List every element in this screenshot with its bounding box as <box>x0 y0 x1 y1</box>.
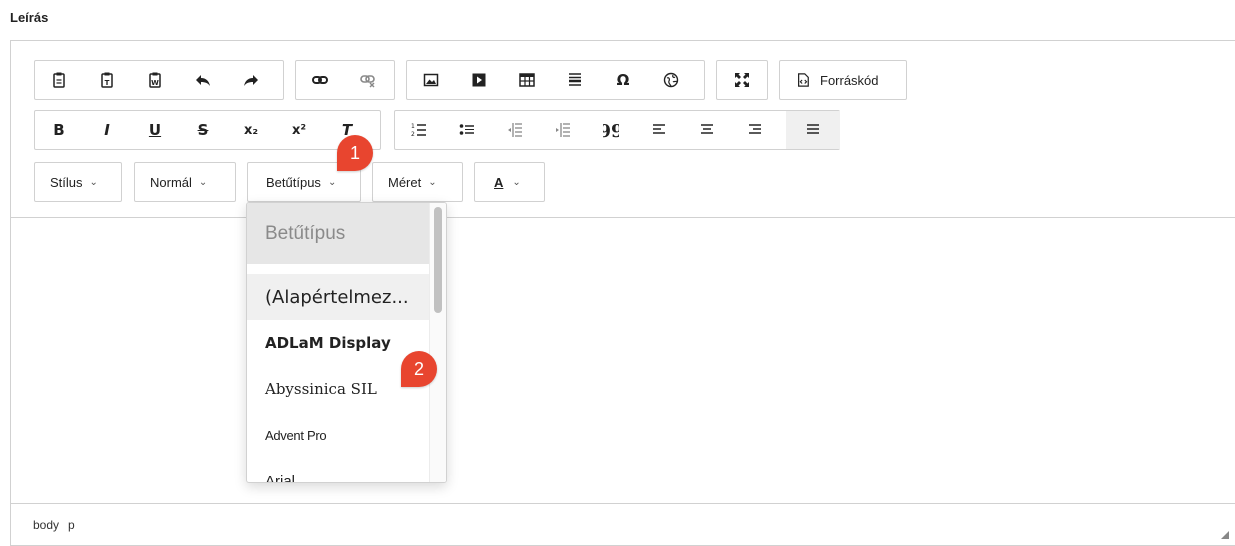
underline-button[interactable]: U <box>138 111 172 149</box>
format-combo-label: Normál <box>150 174 192 190</box>
blockquote-icon[interactable]: 99 <box>594 111 628 149</box>
font-dropdown-header: Betűtípus <box>247 203 430 264</box>
svg-text:T: T <box>105 79 110 87</box>
svg-text:99: 99 <box>603 122 619 138</box>
font-option-default[interactable]: (Alapértelmez... <box>247 274 430 320</box>
insert-group: Ω <box>406 60 705 100</box>
special-char-icon[interactable]: Ω <box>606 61 640 99</box>
editor-content[interactable] <box>11 219 1235 504</box>
video-icon[interactable] <box>462 61 496 99</box>
align-center-icon[interactable] <box>690 111 724 149</box>
font-option-advent-pro[interactable]: Advent Pro <box>247 412 430 458</box>
paste-word-icon[interactable]: W <box>138 61 172 99</box>
numbered-list-icon[interactable]: 12 <box>402 111 436 149</box>
paragraph-group: 12 99 <box>394 110 840 150</box>
undo-icon[interactable] <box>186 61 220 99</box>
horizontal-rule-icon[interactable] <box>558 61 592 99</box>
rich-text-editor: T W Ω Forráskód B I U S x₂ x² T 1 2 99 S… <box>10 40 1235 546</box>
font-option-arial[interactable]: Arial <box>247 458 430 483</box>
redo-icon[interactable] <box>234 61 268 99</box>
svg-text:2: 2 <box>411 131 415 138</box>
svg-text:1: 1 <box>411 123 415 130</box>
dropdown-scrollbar[interactable] <box>429 203 446 482</box>
align-left-icon[interactable] <box>642 111 676 149</box>
paste-text-icon[interactable]: T <box>90 61 124 99</box>
style-combo-label: Stílus <box>50 174 83 190</box>
link-group <box>295 60 395 100</box>
font-combo-label: Betűtípus <box>266 174 321 190</box>
link-icon[interactable] <box>303 61 337 99</box>
font-dropdown: Betűtípus (Alapértelmez... ADLaM Display… <box>246 202 447 483</box>
maximize-icon[interactable] <box>725 61 759 99</box>
dropdown-scrollbar-thumb[interactable] <box>434 207 442 313</box>
chevron-down-icon: ⌄ <box>89 176 98 188</box>
unlink-icon[interactable] <box>351 61 385 99</box>
style-combo[interactable]: Stílus ⌄ <box>34 162 122 202</box>
table-icon[interactable] <box>510 61 544 99</box>
editor-toolbar: T W Ω Forráskód B I U S x₂ x² T 1 2 99 S… <box>11 41 1235 218</box>
source-button[interactable]: Forráskód <box>779 60 907 100</box>
path-item-body[interactable]: body <box>33 518 59 532</box>
step-badge-1: 1 <box>337 135 373 171</box>
path-item-p[interactable]: p <box>68 518 75 532</box>
source-button-label: Forráskód <box>820 72 879 88</box>
chevron-down-icon: ⌄ <box>428 176 437 188</box>
bold-button[interactable]: B <box>42 111 76 149</box>
resize-handle[interactable] <box>1221 531 1229 539</box>
chevron-down-icon: ⌄ <box>327 176 337 188</box>
outdent-icon[interactable] <box>498 111 532 149</box>
svg-text:W: W <box>151 79 159 87</box>
indent-icon[interactable] <box>546 111 580 149</box>
subscript-button[interactable]: x₂ <box>234 111 268 149</box>
iframe-icon[interactable] <box>654 61 688 99</box>
align-right-icon[interactable] <box>738 111 772 149</box>
paste-icon[interactable] <box>42 61 76 99</box>
source-code-icon <box>796 73 810 87</box>
text-color-label: A <box>494 174 504 190</box>
text-color-combo[interactable]: A ⌄ <box>474 162 545 202</box>
element-path-bar: body p <box>11 503 1235 545</box>
justify-icon[interactable] <box>786 111 840 149</box>
strikethrough-button[interactable]: S <box>186 111 220 149</box>
field-label: Leírás <box>10 10 49 25</box>
clipboard-group: T W <box>34 60 284 100</box>
format-combo[interactable]: Normál ⌄ <box>134 162 236 202</box>
chevron-down-icon: ⌄ <box>512 176 521 188</box>
size-combo-label: Méret <box>388 174 422 190</box>
step-badge-2: 2 <box>401 351 437 387</box>
chevron-down-icon: ⌄ <box>198 176 208 188</box>
fullscreen-group <box>716 60 768 100</box>
bullet-list-icon[interactable] <box>450 111 484 149</box>
superscript-button[interactable]: x² <box>282 111 316 149</box>
italic-button[interactable]: I <box>90 111 124 149</box>
image-icon[interactable] <box>414 61 448 99</box>
basic-styles-group: B I U S x₂ x² T <box>34 110 381 150</box>
size-combo[interactable]: Méret ⌄ <box>372 162 463 202</box>
